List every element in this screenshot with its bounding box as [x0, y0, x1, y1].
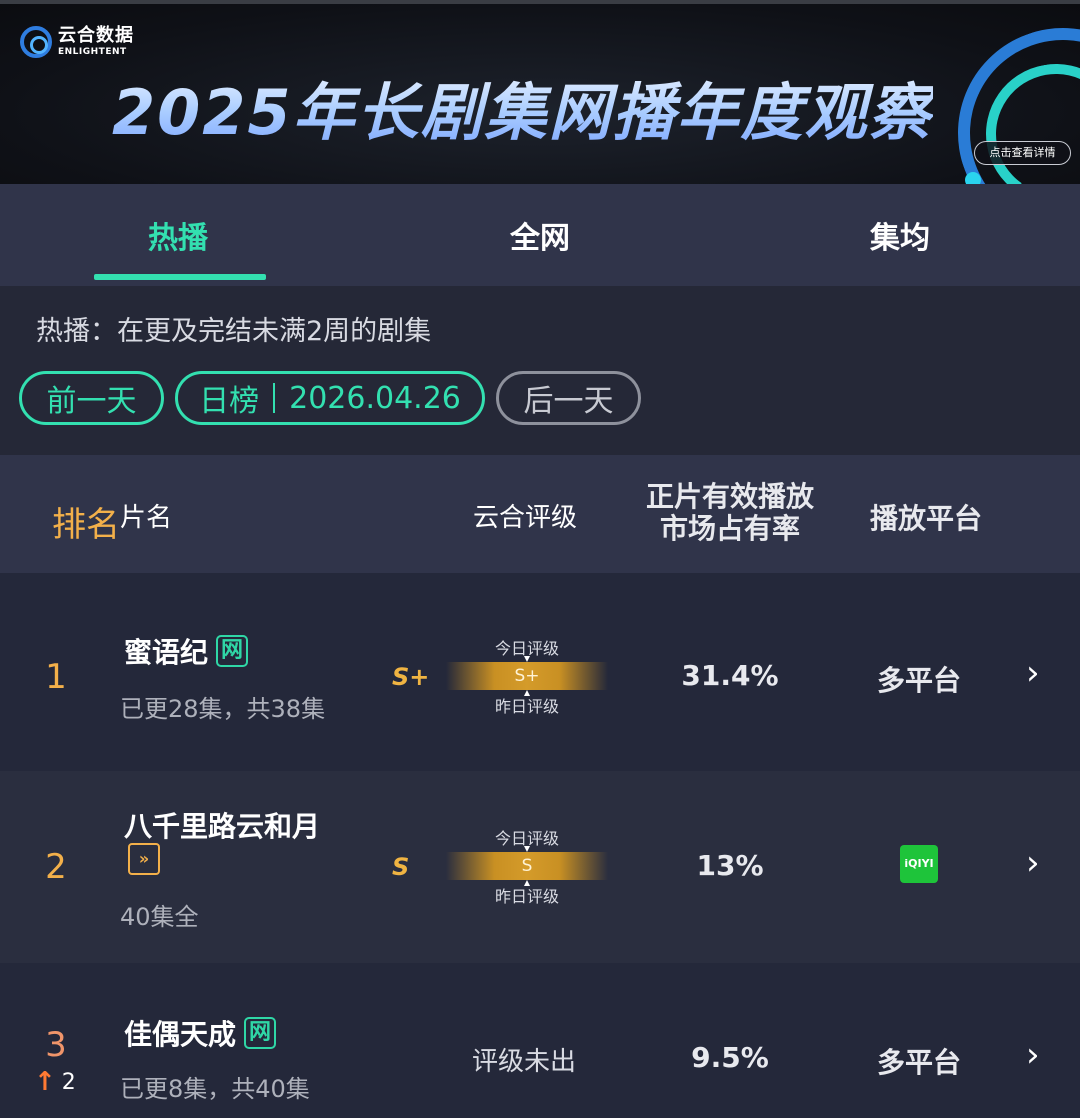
chevron-right-icon[interactable]: › — [1026, 1035, 1040, 1075]
list-description: 热播：在更及完结未满2周的剧集 — [36, 316, 432, 347]
platform: 多平台 — [876, 1046, 961, 1079]
rank-number: 1 — [45, 657, 67, 697]
divider — [273, 383, 276, 413]
rank-change-value: 2 — [61, 1069, 76, 1095]
web-drama-badge: 网 — [244, 1017, 277, 1049]
table-row[interactable]: 1 蜜语纪 网 已更28集，共38集 S+ 今日评级 S+ 昨日评级 31.4%… — [0, 573, 1080, 771]
drama-title-text: 佳偶天成 — [124, 1018, 237, 1051]
chevron-right-icon[interactable]: › — [1026, 653, 1040, 693]
tab-hot-label: 热播 — [148, 221, 208, 256]
header-platform: 播放平台 — [869, 502, 982, 535]
brand-logo-icon — [20, 26, 52, 58]
grade-letter: S+ — [392, 663, 430, 691]
active-tab-indicator — [94, 274, 266, 280]
web-drama-badge: 网 — [216, 635, 249, 667]
episode-status: 已更8集，共40集 — [120, 1075, 310, 1103]
decorative-dot-icon — [965, 172, 981, 184]
market-share: 31.4% — [681, 659, 779, 692]
board-date: 2026.04.26 — [289, 380, 461, 416]
drama-title-text: 蜜语纪 — [124, 636, 209, 669]
market-share: 9.5% — [691, 1041, 769, 1074]
table-row[interactable]: 2 八千里路云和月 » 40集全 S 今日评级 S 昨日评级 13% iQIYI… — [0, 771, 1080, 963]
yesterday-grade-label: 昨日评级 — [494, 887, 559, 906]
rank-change: ↑ 2 — [34, 1067, 76, 1097]
tab-hot[interactable]: 热播 — [0, 184, 360, 286]
drama-title: 八千里路云和月 — [124, 805, 320, 845]
tab-all-network[interactable]: 全网 — [360, 184, 720, 286]
grade-pending: 评级未出 — [472, 1047, 577, 1077]
drama-title-text: 八千里路云和月 — [124, 810, 321, 843]
header-banner[interactable]: 云合数据 ENLIGHTENT 2025年长剧集网播年度观察 点击查看详情 — [0, 0, 1080, 184]
tab-all-network-label: 全网 — [510, 221, 570, 256]
arrow-up-icon: ↑ — [34, 1067, 56, 1097]
episode-status: 已更28集，共38集 — [120, 695, 326, 723]
table-row[interactable]: 3 ↑ 2 佳偶天成 网 已更8集，共40集 评级未出 9.5% 多平台 › — [0, 963, 1080, 1118]
brand-logo: 云合数据 ENLIGHTENT — [20, 26, 134, 58]
drama-title: 佳偶天成 网 — [124, 1013, 277, 1053]
today-marker-icon — [524, 846, 530, 852]
rank-number: 3 — [45, 1025, 67, 1065]
grade-indicator: 今日评级 S+ 昨日评级 — [446, 635, 608, 717]
grade-indicator: 今日评级 S 昨日评级 — [446, 825, 608, 907]
header-market-share: 正片有效播放 市场占有率 — [640, 481, 820, 545]
grade-bar: S+ — [446, 662, 608, 690]
header-market-share-line1: 正片有效播放 — [645, 480, 814, 513]
prev-day-button[interactable]: 前一天 — [19, 371, 164, 425]
brand-name-cn: 云合数据 — [58, 25, 134, 46]
iqiyi-logo: iQIYI — [900, 845, 938, 883]
table-header: 排名 片名 云合评级 正片有效播放 市场占有率 播放平台 — [0, 455, 1080, 573]
banner-title: 2025年长剧集网播年度观察 — [112, 62, 933, 152]
episode-status: 40集全 — [120, 903, 199, 931]
fast-forward-icon: » — [128, 843, 160, 875]
market-share: 13% — [696, 849, 764, 882]
today-marker-icon — [524, 656, 530, 662]
next-day-button[interactable]: 后一天 — [496, 371, 641, 425]
rank-number: 2 — [45, 847, 67, 887]
header-title: 片名 — [120, 503, 173, 533]
header-grade: 云合评级 — [473, 503, 578, 533]
drama-title: 蜜语纪 网 — [124, 631, 249, 671]
brand-name-en: ENLIGHTENT — [58, 47, 127, 57]
board-type-label: 日榜 — [199, 384, 260, 419]
tab-bar: 热播 全网 集均 — [0, 184, 1080, 286]
tab-per-episode[interactable]: 集均 — [720, 184, 1080, 286]
date-selector[interactable]: 日榜 2026.04.26 — [175, 371, 485, 425]
grade-bar: S — [446, 852, 608, 880]
platform: 多平台 — [876, 664, 961, 697]
view-details-button[interactable]: 点击查看详情 — [974, 141, 1071, 165]
tab-per-episode-label: 集均 — [870, 221, 930, 256]
header-market-share-line2: 市场占有率 — [659, 512, 800, 545]
chevron-right-icon[interactable]: › — [1026, 843, 1040, 883]
yesterday-grade-label: 昨日评级 — [494, 697, 559, 716]
grade-letter: S — [392, 853, 410, 881]
